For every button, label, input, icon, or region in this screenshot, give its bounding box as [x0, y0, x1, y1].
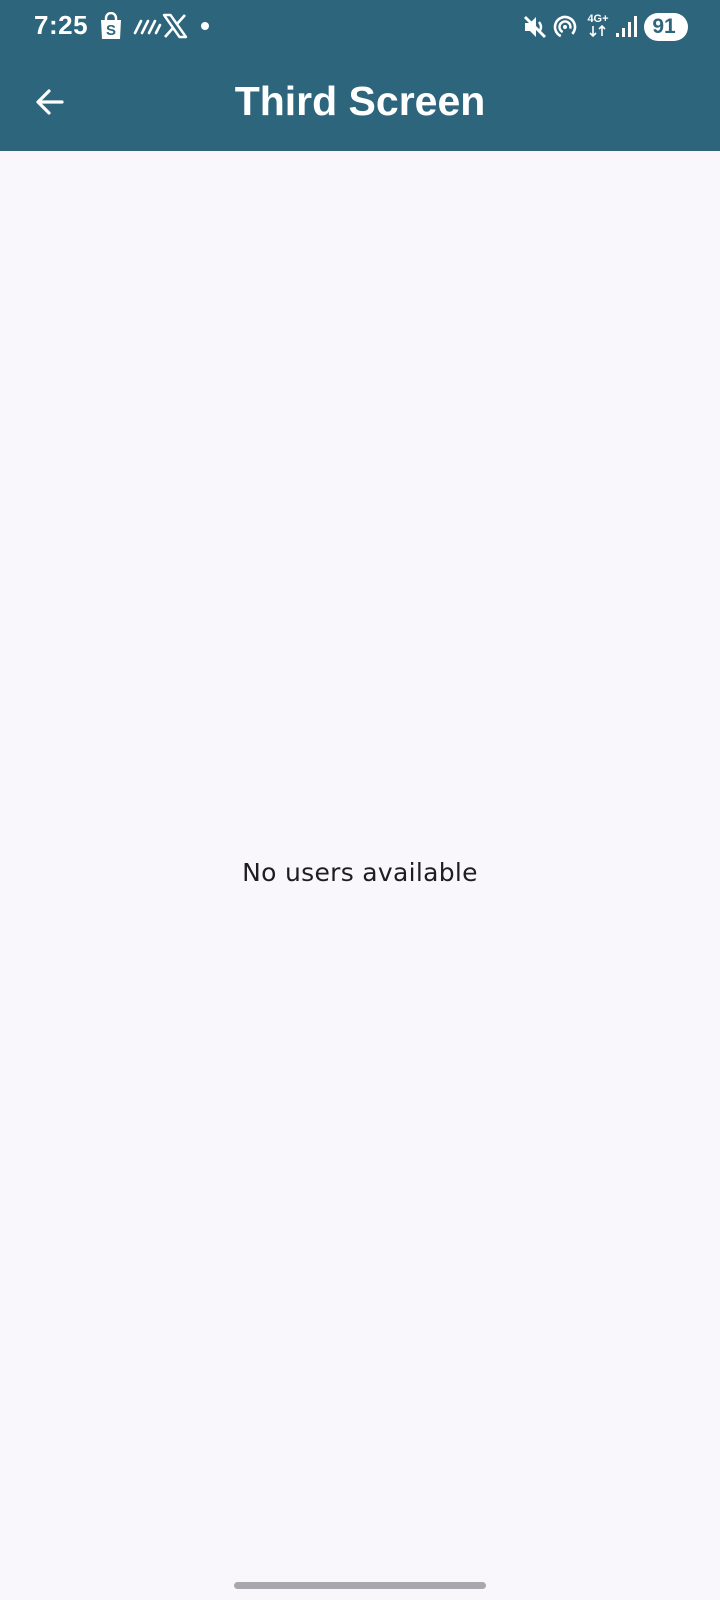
battery-level: 91 — [652, 15, 676, 38]
hotspot-icon — [553, 15, 577, 39]
status-bar: 7:25 S 4G+ 91 — [0, 0, 720, 52]
home-indicator[interactable] — [234, 1582, 486, 1589]
x-logo-icon — [162, 13, 188, 39]
svg-text:4G+: 4G+ — [587, 13, 608, 25]
status-time: 7:25 — [34, 10, 89, 40]
page-title: Third Screen — [234, 78, 486, 124]
shopping-bag-icon: S — [101, 12, 121, 39]
battery-icon: 91 — [644, 13, 688, 41]
svg-text:S: S — [106, 22, 116, 39]
empty-state-message: No users available — [242, 858, 478, 887]
signal-icon — [616, 16, 637, 37]
header: 7:25 S 4G+ 91 Third Screen — [0, 0, 720, 151]
network-4g-icon: 4G+ — [587, 13, 609, 38]
mute-icon — [524, 16, 546, 38]
dot-icon — [201, 22, 209, 30]
app-bar: Third Screen — [0, 56, 720, 151]
stripes-icon — [133, 19, 162, 35]
